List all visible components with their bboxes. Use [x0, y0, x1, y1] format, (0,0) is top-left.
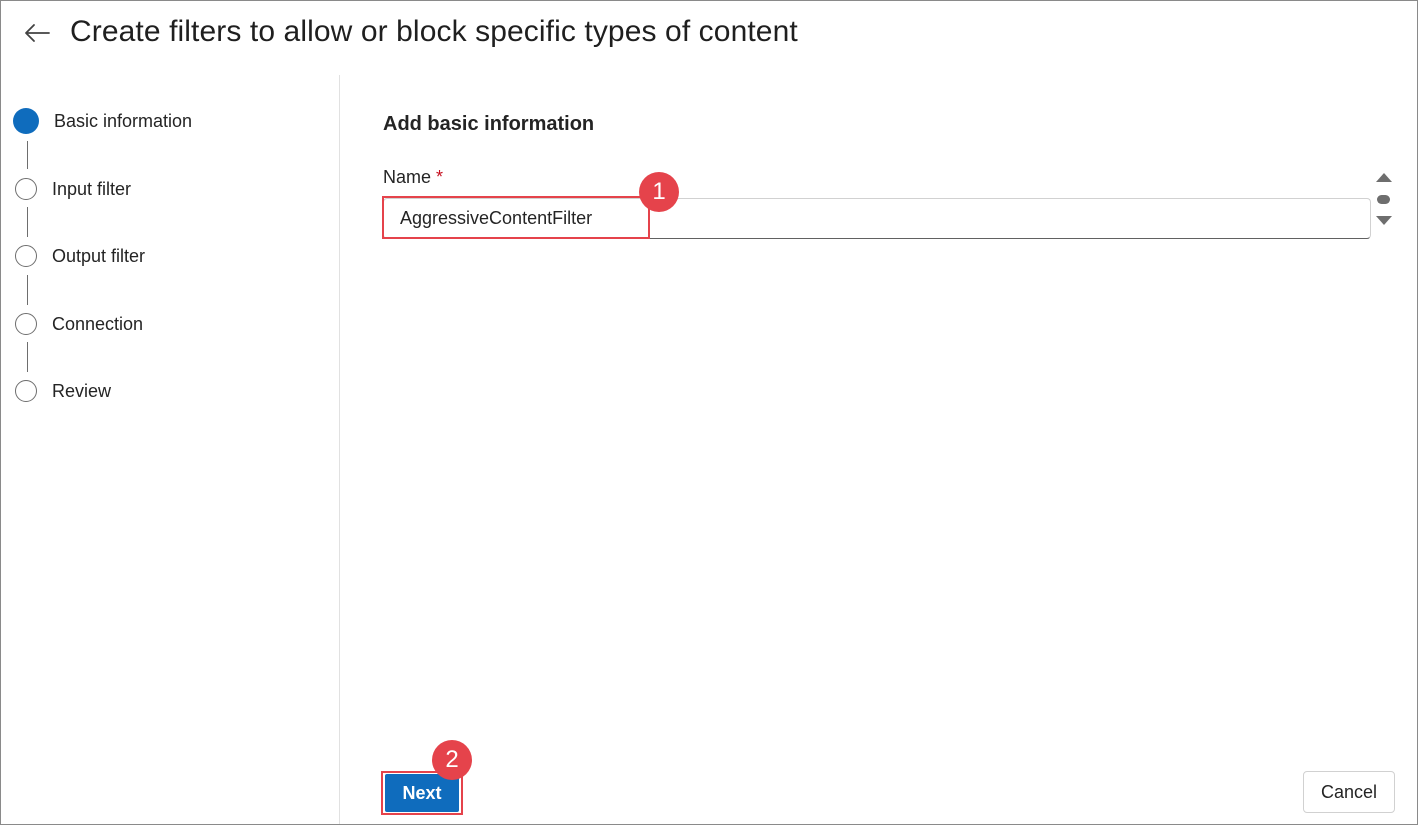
back-button[interactable] [21, 17, 53, 49]
step-review[interactable]: Review [15, 378, 111, 404]
sidebar-divider [339, 75, 340, 824]
name-label-text: Name [383, 167, 432, 187]
step-label: Input filter [52, 178, 132, 199]
step-output-filter[interactable]: Output filter [15, 243, 145, 269]
step-connector [27, 207, 28, 237]
cancel-button[interactable]: Cancel [1303, 771, 1395, 813]
scroll-down-icon[interactable] [1376, 216, 1392, 225]
annotation-badge-2: 2 [432, 740, 472, 780]
step-active-indicator [13, 108, 39, 134]
step-connector [27, 275, 28, 305]
dialog-frame: Create filters to allow or block specifi… [0, 0, 1418, 825]
step-label: Basic information [54, 110, 193, 131]
name-field-label: Name * [383, 167, 443, 188]
step-indicator [15, 245, 37, 267]
arrow-left-icon [25, 24, 50, 42]
page-title: Create filters to allow or block specifi… [70, 15, 798, 48]
step-input-filter[interactable]: Input filter [15, 176, 131, 202]
annotation-badge-1: 1 [639, 172, 679, 212]
section-title: Add basic information [383, 113, 595, 135]
step-connection[interactable]: Connection [15, 311, 143, 337]
step-indicator [15, 380, 37, 402]
scrollbar[interactable] [1374, 161, 1394, 241]
scroll-thumb[interactable] [1377, 195, 1390, 204]
step-connector [27, 141, 28, 169]
header: Create filters to allow or block specifi… [1, 1, 1417, 71]
step-connector [27, 342, 28, 372]
step-label: Connection [52, 313, 144, 334]
scroll-up-icon[interactable] [1376, 173, 1392, 182]
step-indicator [15, 313, 37, 335]
required-marker: * [436, 167, 444, 187]
step-label: Output filter [52, 245, 146, 266]
step-basic-information[interactable]: Basic information [13, 108, 193, 134]
step-indicator [15, 178, 37, 200]
step-label: Review [52, 380, 112, 401]
name-input[interactable] [383, 198, 1371, 239]
